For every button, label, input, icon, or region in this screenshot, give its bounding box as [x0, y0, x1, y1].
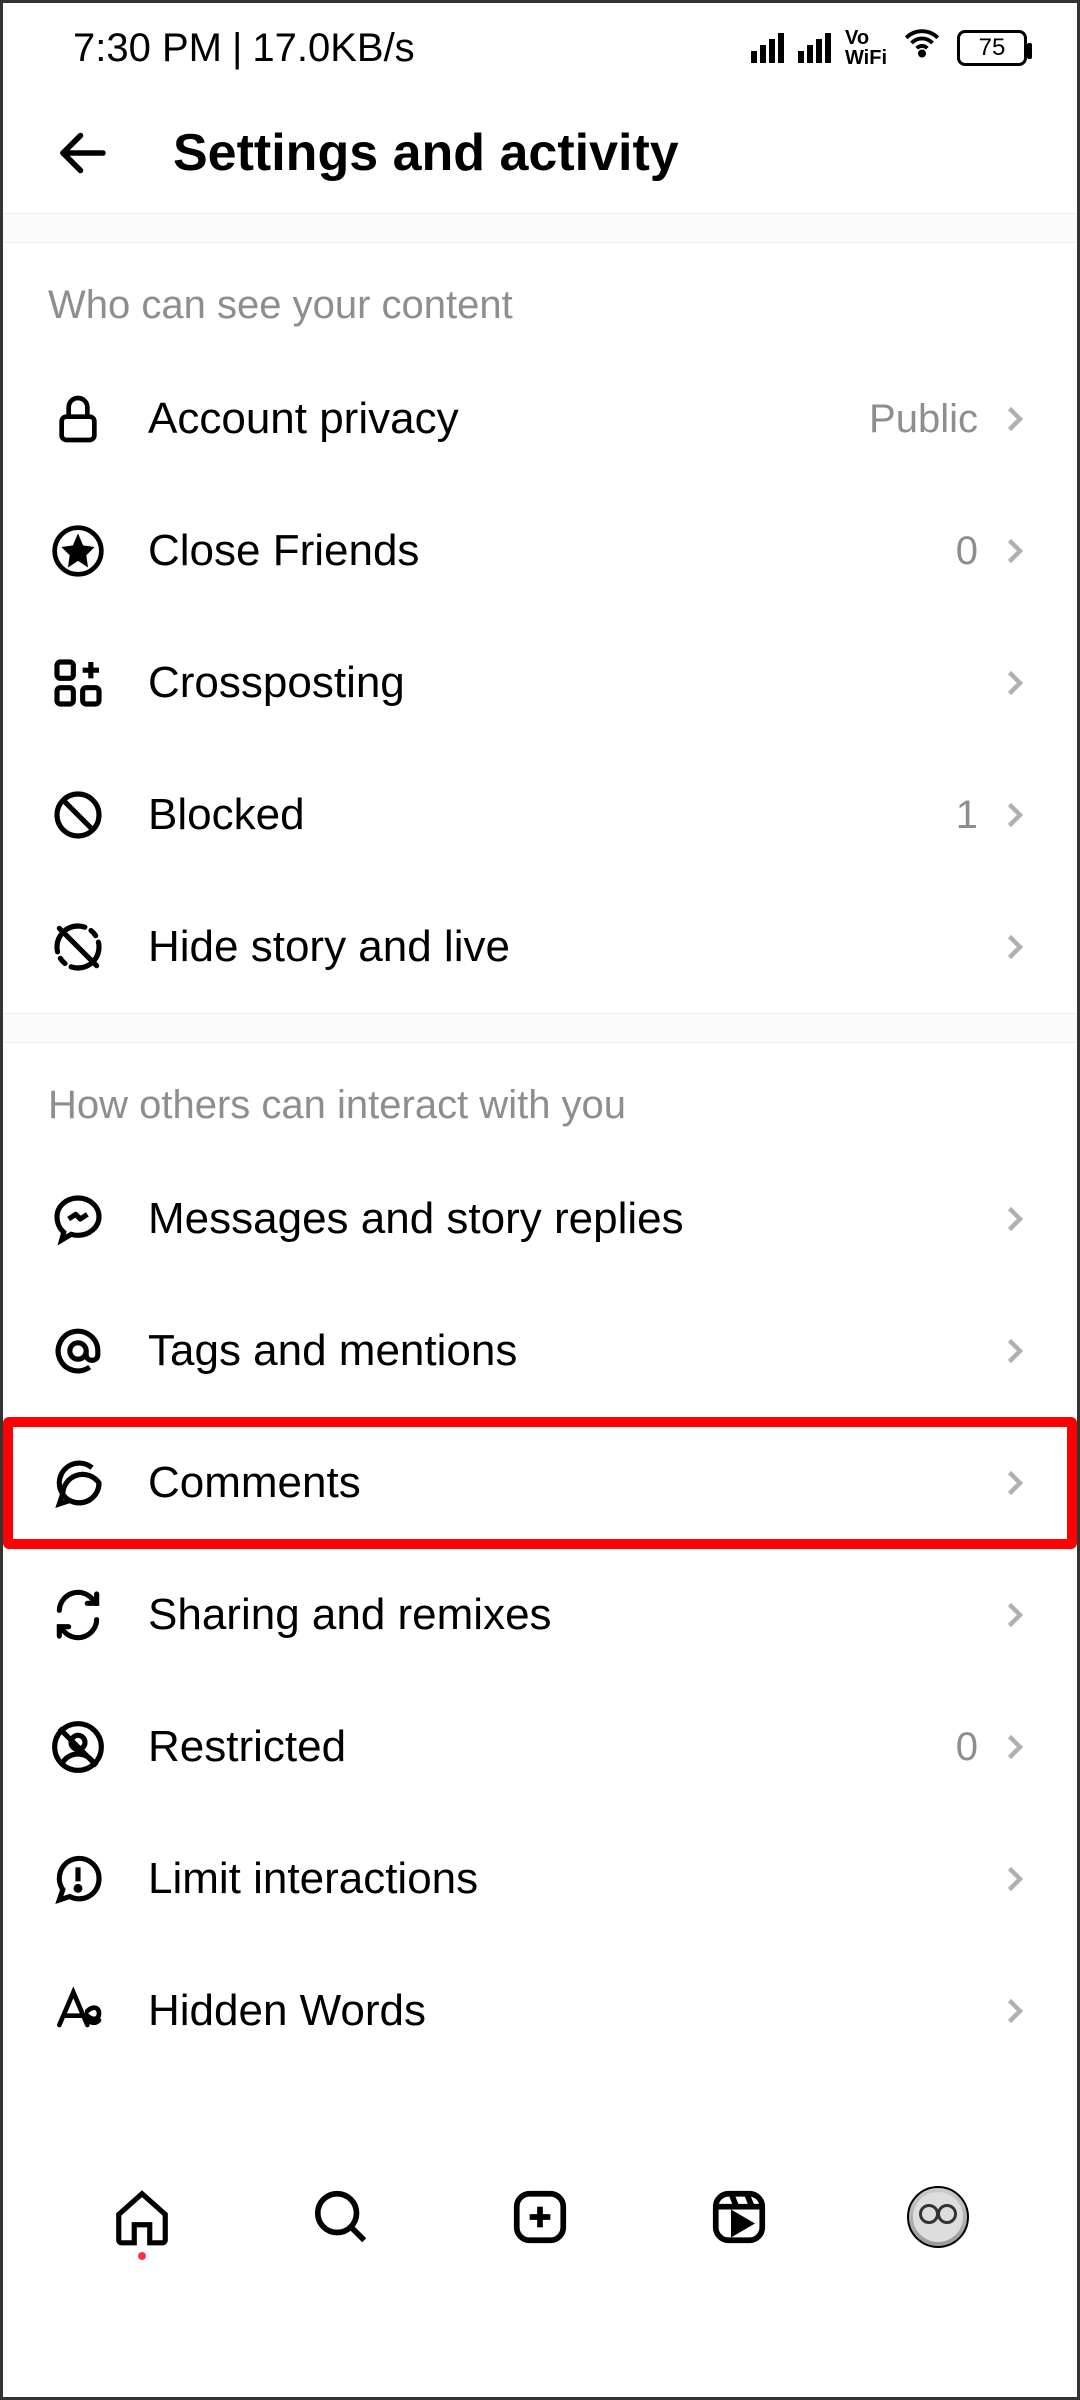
back-button[interactable]: [43, 113, 123, 193]
limit-icon: [48, 1849, 108, 1909]
chevron-right-icon: [996, 665, 1032, 701]
row-comments[interactable]: Comments: [3, 1417, 1077, 1549]
row-label: Account privacy: [148, 394, 869, 444]
nav-create[interactable]: [505, 2182, 575, 2252]
signal-icon-2: [798, 33, 831, 63]
crosspost-icon: [48, 653, 108, 713]
section-header-interact: How others can interact with you: [3, 1043, 1077, 1153]
page-header: Settings and activity: [3, 93, 1077, 213]
divider: [3, 213, 1077, 243]
row-account-privacy[interactable]: Account privacy Public: [3, 353, 1077, 485]
nav-reels[interactable]: [704, 2182, 774, 2252]
restricted-icon: [48, 1717, 108, 1777]
page-title: Settings and activity: [173, 123, 679, 183]
avatar-icon: [907, 2186, 969, 2248]
row-label: Limit interactions: [148, 1854, 996, 1904]
comment-icon: [48, 1453, 108, 1513]
star-circle-icon: [48, 521, 108, 581]
chevron-right-icon: [996, 1333, 1032, 1369]
status-bar: 7:30 PM | 17.0KB/s Vo WiFi 75: [3, 3, 1077, 93]
row-label: Messages and story replies: [148, 1194, 996, 1244]
content: Who can see your content Account privacy…: [3, 243, 1077, 2143]
row-value: 0: [956, 1725, 978, 1770]
bottom-nav: [3, 2157, 1077, 2277]
row-label: Crossposting: [148, 658, 996, 708]
row-label: Tags and mentions: [148, 1326, 996, 1376]
status-left: 7:30 PM | 17.0KB/s: [73, 26, 415, 71]
row-close-friends[interactable]: Close Friends 0: [3, 485, 1077, 617]
chevron-right-icon: [996, 797, 1032, 833]
row-label: Close Friends: [148, 526, 956, 576]
row-limit-interactions[interactable]: Limit interactions: [3, 1813, 1077, 1945]
row-label: Sharing and remixes: [148, 1590, 996, 1640]
row-value: Public: [869, 397, 978, 442]
row-blocked[interactable]: Blocked 1: [3, 749, 1077, 881]
row-restricted[interactable]: Restricted 0: [3, 1681, 1077, 1813]
chevron-right-icon: [996, 401, 1032, 437]
row-label: Blocked: [148, 790, 956, 840]
lock-icon: [48, 389, 108, 449]
battery-icon: 75: [957, 30, 1027, 66]
row-label: Hidden Words: [148, 1986, 996, 2036]
row-crossposting[interactable]: Crossposting: [3, 617, 1077, 749]
row-label: Comments: [148, 1458, 996, 1508]
signal-icon-1: [751, 33, 784, 63]
chevron-right-icon: [996, 929, 1032, 965]
chevron-right-icon: [996, 1597, 1032, 1633]
chevron-right-icon: [996, 1201, 1032, 1237]
chevron-right-icon: [996, 1993, 1032, 2029]
hide-story-icon: [48, 917, 108, 977]
row-hide-story[interactable]: Hide story and live: [3, 881, 1077, 1013]
vowifi-icon: Vo WiFi: [845, 28, 887, 68]
status-right: Vo WiFi 75: [751, 22, 1027, 74]
row-hidden-words[interactable]: Hidden Words: [3, 1945, 1077, 2077]
hidden-words-icon: [48, 1981, 108, 2041]
chevron-right-icon: [996, 533, 1032, 569]
device-frame: 7:30 PM | 17.0KB/s Vo WiFi 75 Settings a…: [0, 0, 1080, 2400]
notification-dot-icon: [138, 2252, 146, 2260]
row-label: Hide story and live: [148, 922, 996, 972]
section-header-privacy: Who can see your content: [3, 243, 1077, 353]
status-speed: 17.0KB/s: [252, 26, 414, 71]
nav-profile[interactable]: [903, 2182, 973, 2252]
chevron-right-icon: [996, 1861, 1032, 1897]
status-time: 7:30 PM: [73, 26, 222, 71]
chevron-right-icon: [996, 1465, 1032, 1501]
wifi-icon: [901, 22, 943, 74]
messenger-icon: [48, 1189, 108, 1249]
row-sharing-remixes[interactable]: Sharing and remixes: [3, 1549, 1077, 1681]
row-value: 0: [956, 529, 978, 574]
divider: [3, 1013, 1077, 1043]
nav-search[interactable]: [306, 2182, 376, 2252]
at-icon: [48, 1321, 108, 1381]
chevron-right-icon: [996, 1729, 1032, 1765]
blocked-icon: [48, 785, 108, 845]
row-tags-mentions[interactable]: Tags and mentions: [3, 1285, 1077, 1417]
row-label: Restricted: [148, 1722, 956, 1772]
row-value: 1: [956, 793, 978, 838]
nav-home[interactable]: [107, 2182, 177, 2252]
row-messages[interactable]: Messages and story replies: [3, 1153, 1077, 1285]
sharing-icon: [48, 1585, 108, 1645]
